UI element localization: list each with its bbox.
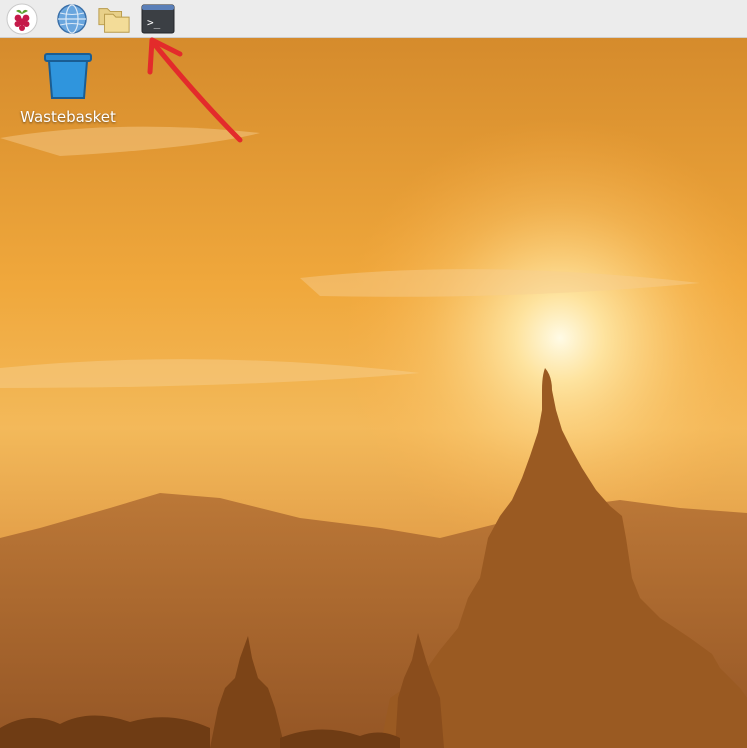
desktop-wallpaper [0, 38, 747, 748]
file-manager-button[interactable] [97, 2, 131, 36]
raspberry-pi-icon [6, 3, 38, 35]
folder-icon [98, 8, 130, 33]
globe-icon [57, 4, 87, 34]
sunset-pagoda-image [0, 38, 747, 748]
taskbar: >_ [0, 0, 747, 38]
wastebasket-icon [44, 53, 92, 99]
terminal-button[interactable]: >_ [141, 2, 175, 36]
wastebasket-label: Wastebasket [20, 108, 116, 126]
web-browser-button[interactable] [55, 2, 89, 36]
desktop-icon-wastebasket[interactable]: Wastebasket [18, 52, 118, 126]
raspberry-menu-button[interactable] [5, 2, 39, 36]
terminal-icon: >_ [141, 4, 175, 34]
terminal-prompt-glyph: >_ [147, 16, 161, 29]
